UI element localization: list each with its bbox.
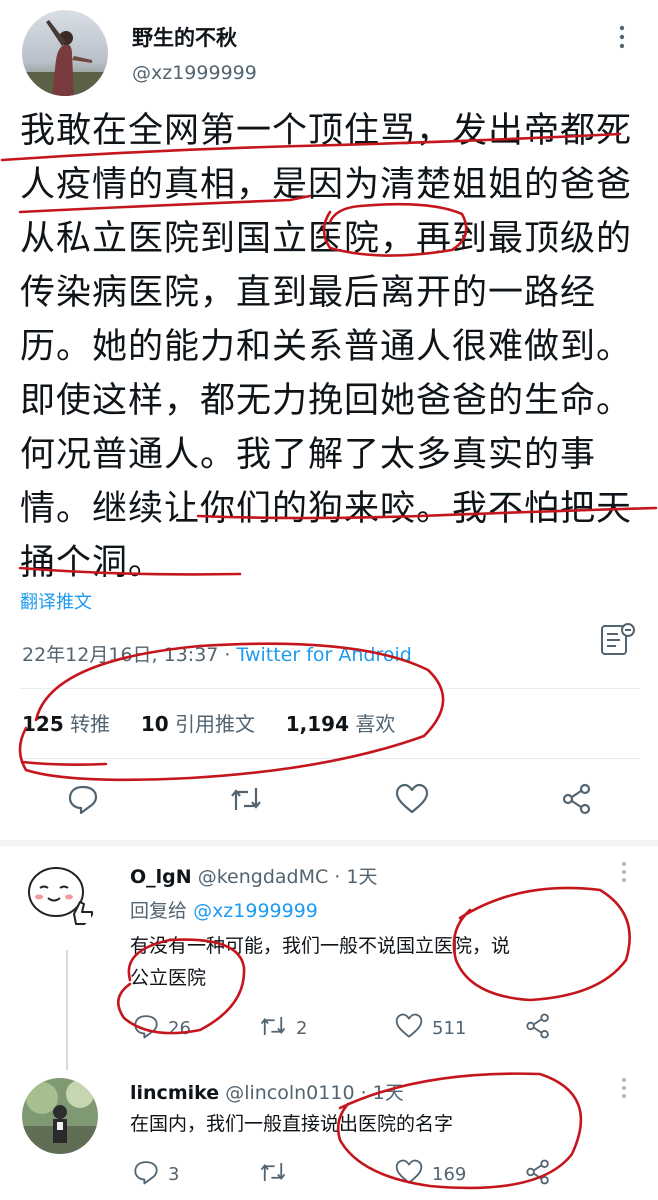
like-count[interactable]: 1,194 bbox=[286, 712, 349, 736]
quote-label[interactable]: 引用推文 bbox=[175, 712, 255, 736]
retweet-icon[interactable] bbox=[228, 782, 264, 816]
like-count: 511 bbox=[432, 1018, 467, 1039]
thread-line bbox=[66, 950, 68, 1070]
share-icon[interactable] bbox=[524, 1012, 552, 1040]
reply-icon[interactable] bbox=[132, 1158, 160, 1191]
reply-text-line: 有没有一种可能，我们一般不说国立医院，说 bbox=[130, 935, 511, 957]
main-tweet: 野生的不秋 @xz1999999 我敢在全网第一个顶住骂，发出帝都死人疫情的真相… bbox=[0, 0, 658, 840]
retweet-icon[interactable] bbox=[258, 1158, 288, 1191]
like-icon[interactable] bbox=[394, 1158, 424, 1191]
reply-icon[interactable] bbox=[132, 1012, 160, 1045]
reply-text: 有没有一种可能，我们一般不说国立医院，说 公立医院 bbox=[130, 930, 640, 994]
timestamp: 22年12月16日, 13:37 · bbox=[22, 644, 237, 666]
author-handle[interactable]: @xz1999999 bbox=[132, 62, 257, 84]
reply-count: 3 bbox=[168, 1164, 180, 1185]
more-icon[interactable] bbox=[612, 22, 632, 52]
retweet-label[interactable]: 转推 bbox=[70, 712, 110, 736]
replying-mention[interactable]: @xz1999999 bbox=[193, 900, 318, 922]
divider bbox=[20, 688, 640, 689]
reply-header: O_lgN @kengdadMC · 1天 bbox=[130, 862, 377, 889]
avatar[interactable] bbox=[22, 1078, 98, 1154]
reply-text: 在国内，我们一般直接说出医院的名字 bbox=[130, 1108, 640, 1140]
replying-prefix: 回复给 bbox=[130, 900, 188, 922]
translate-link[interactable]: 翻译推文 bbox=[20, 588, 92, 614]
retweet-icon[interactable] bbox=[258, 1012, 288, 1045]
tweet-stats: 125 转推 10 引用推文 1,194 喜欢 bbox=[22, 708, 395, 737]
reply-actions: 26 2 511 bbox=[0, 1012, 658, 1052]
retweet-count[interactable]: 125 bbox=[22, 712, 64, 736]
reply-actions: 3 169 bbox=[0, 1158, 658, 1198]
tweet-text: 我敢在全网第一个顶住骂，发出帝都死人疫情的真相，是因为清楚姐姐的爸爸从私立医院到… bbox=[20, 111, 633, 583]
analytics-icon[interactable] bbox=[598, 620, 638, 660]
tweet-meta: 22年12月16日, 13:37 · Twitter for Android bbox=[22, 640, 412, 667]
replying-to: 回复给 @xz1999999 bbox=[130, 896, 318, 923]
retweet-button[interactable] bbox=[258, 1158, 296, 1191]
share-icon[interactable] bbox=[560, 782, 594, 816]
like-icon[interactable] bbox=[394, 782, 430, 816]
quote-count[interactable]: 10 bbox=[141, 712, 169, 736]
reply-button[interactable]: 26 bbox=[132, 1012, 191, 1045]
source-link[interactable]: Twitter for Android bbox=[236, 644, 411, 666]
share-icon[interactable] bbox=[524, 1158, 552, 1186]
retweet-count: 2 bbox=[296, 1018, 308, 1039]
divider bbox=[20, 758, 640, 759]
reply-author-handle[interactable]: @kengdadMC · 1天 bbox=[198, 866, 378, 888]
like-button[interactable]: 169 bbox=[394, 1158, 466, 1191]
like-icon[interactable] bbox=[394, 1012, 424, 1045]
reply-author-name[interactable]: O_lgN bbox=[130, 866, 192, 888]
more-icon[interactable] bbox=[616, 860, 632, 884]
reply-text-line: 公立医院 bbox=[130, 967, 207, 989]
reply-icon[interactable] bbox=[66, 782, 100, 816]
like-count: 169 bbox=[432, 1164, 467, 1185]
like-label[interactable]: 喜欢 bbox=[355, 712, 395, 736]
avatar[interactable] bbox=[22, 858, 98, 934]
like-button[interactable]: 511 bbox=[394, 1012, 466, 1045]
reply-count: 26 bbox=[168, 1018, 191, 1039]
author-name[interactable]: 野生的不秋 bbox=[132, 22, 237, 52]
avatar[interactable] bbox=[22, 10, 108, 96]
more-icon[interactable] bbox=[616, 1076, 632, 1100]
tweet-actions bbox=[0, 782, 658, 822]
reply-button[interactable]: 3 bbox=[132, 1158, 179, 1191]
retweet-button[interactable]: 2 bbox=[258, 1012, 307, 1045]
reply-header: lincmike @lincoln0110 · 1天 bbox=[130, 1078, 404, 1105]
reply-item[interactable]: lincmike @lincoln0110 · 1天 在国内，我们一般直接说出医… bbox=[0, 1066, 658, 1200]
reply-text-line: 在国内，我们一般直接说出医院的名字 bbox=[130, 1113, 454, 1135]
reply-author-handle[interactable]: @lincoln0110 · 1天 bbox=[225, 1082, 404, 1104]
reply-author-name[interactable]: lincmike bbox=[130, 1082, 219, 1104]
reply-item[interactable]: O_lgN @kengdadMC · 1天 回复给 @xz1999999 有没有… bbox=[0, 846, 658, 1070]
